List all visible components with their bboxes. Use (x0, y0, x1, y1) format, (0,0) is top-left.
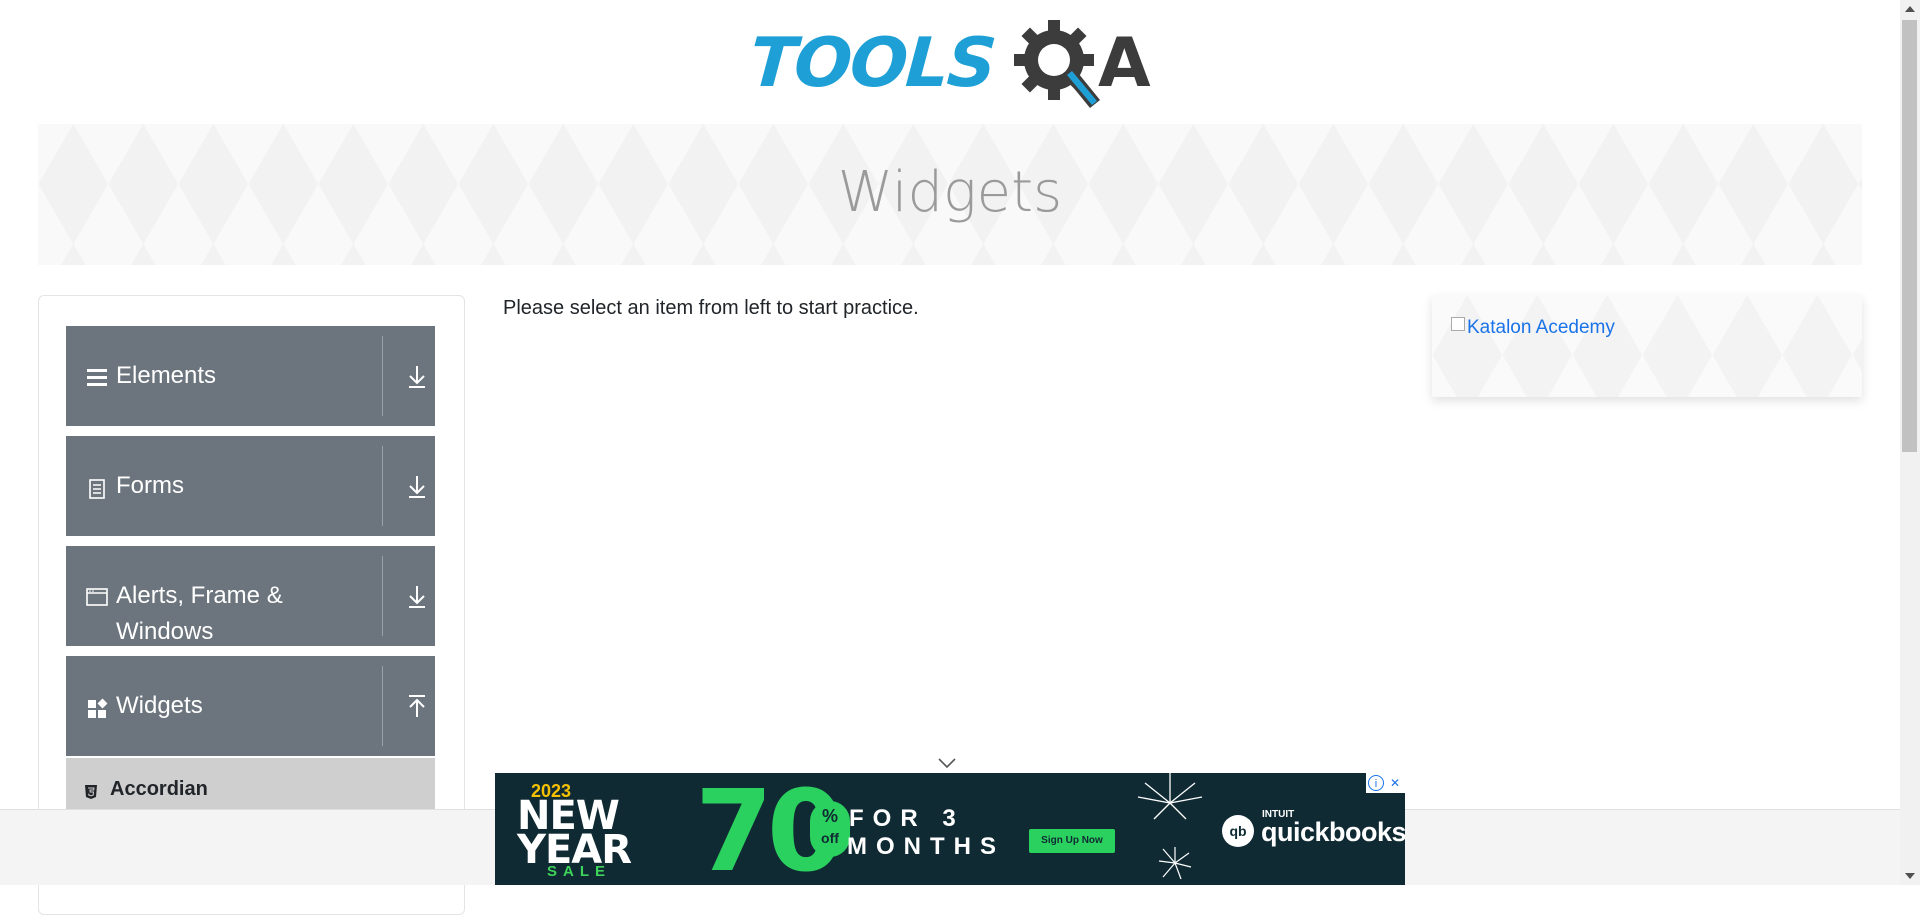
sidebar-group-forms[interactable]: Forms (66, 436, 435, 536)
sidebar-group-widgets[interactable]: Widgets (66, 656, 435, 756)
sidebar-group-alerts[interactable]: Alerts, Frame & Windows (66, 546, 435, 646)
broken-image-icon (1451, 317, 1465, 331)
hamburger-icon (87, 369, 107, 386)
scrollbar-thumb[interactable] (1902, 20, 1917, 452)
toolsqa-logo[interactable]: TOOLS A (747, 18, 1155, 116)
ad-signup-button[interactable]: Sign Up Now (1029, 829, 1115, 853)
katalon-ad-alt-text: Katalon Acedemy (1467, 317, 1615, 338)
sidebar-group-label: Alerts, Frame & Windows (116, 582, 283, 645)
scroll-down-icon[interactable] (1905, 873, 1915, 879)
group-divider (382, 666, 383, 746)
ad-for-3: FOR 3 (849, 805, 965, 832)
ad-off: off (821, 830, 839, 846)
quickbooks-logo-icon: qb (1222, 815, 1254, 847)
group-divider (382, 556, 383, 636)
ad-percent-badge: % off (810, 801, 850, 857)
document-icon (89, 479, 105, 499)
ad-sale: SALE (547, 863, 612, 880)
ad-info-icon[interactable]: i (1368, 775, 1384, 791)
ad-brand: quickbooks (1261, 817, 1405, 847)
vertical-scrollbar[interactable] (1900, 0, 1920, 885)
logo-tools-text: TOOLS (747, 24, 998, 103)
window-icon (86, 588, 108, 606)
quickbooks-ad-banner[interactable]: 2023 NEW YEAR SALE 70 % off FOR 3 MONTHS… (495, 773, 1405, 885)
html5-icon (85, 785, 97, 799)
sidebar-group-label: Forms (116, 472, 184, 499)
group-divider (382, 336, 383, 416)
logo-qa-text: A (1098, 24, 1151, 103)
download-arrow-icon[interactable] (406, 474, 428, 500)
sidebar-group-label: Widgets (116, 692, 203, 719)
katalon-ad-link[interactable]: Katalon Acedemy (1451, 317, 1615, 339)
page-banner: Widgets (38, 124, 1862, 265)
sidebar-group-label: Elements (116, 362, 217, 389)
sidebar-item-label: Accordian (110, 778, 208, 800)
firework-small-icon (1158, 847, 1192, 880)
widgets-icon (88, 698, 108, 718)
ad-controls: i ✕ (1366, 773, 1405, 793)
scroll-up-icon[interactable] (1905, 6, 1915, 12)
ad-close-icon[interactable]: ✕ (1387, 775, 1403, 791)
instruction-text: Please select an item from left to start… (503, 297, 919, 319)
ad-percent-sign: % (821, 806, 838, 826)
katalon-ad-box[interactable]: Katalon Acedemy (1432, 295, 1862, 397)
group-divider (382, 446, 383, 526)
upload-arrow-icon[interactable] (406, 694, 428, 720)
sidebar-group-elements[interactable]: Elements (66, 326, 435, 426)
chevron-down-icon[interactable] (936, 756, 958, 770)
ad-months: MONTHS (847, 833, 1005, 860)
gear-magnifier-icon (1014, 20, 1100, 108)
download-arrow-icon[interactable] (406, 364, 428, 390)
download-arrow-icon[interactable] (406, 584, 428, 610)
firework-icon (1137, 773, 1203, 820)
page-title: Widgets (837, 160, 1063, 225)
